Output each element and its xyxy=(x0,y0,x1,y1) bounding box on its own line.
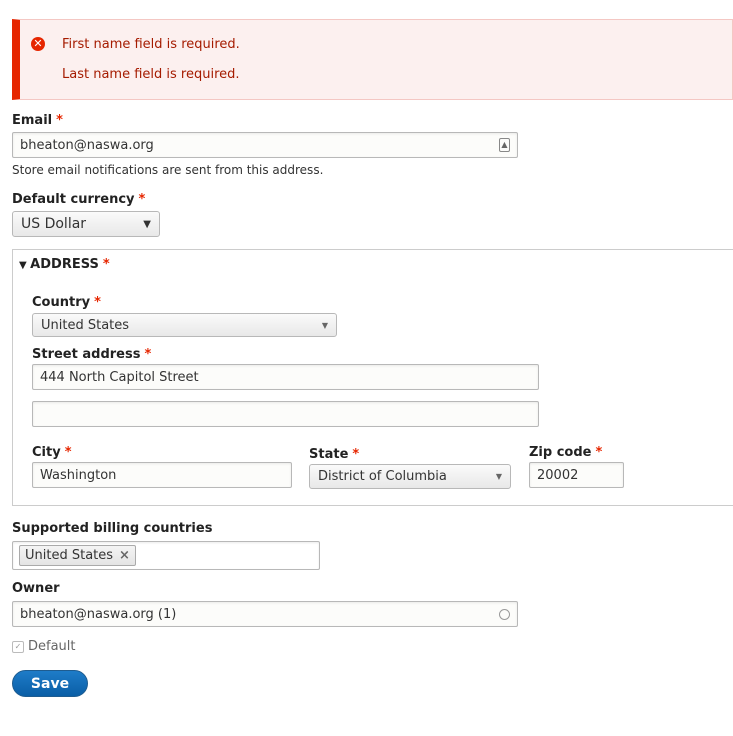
chevron-down-icon: ▼ xyxy=(143,218,151,230)
error-messages: ✕ First name field is required. Last nam… xyxy=(12,19,733,100)
street-label: Street address * xyxy=(32,347,152,362)
zip-label: Zip code * xyxy=(529,445,603,460)
street-address-line1[interactable]: 444 North Capitol Street xyxy=(32,364,539,390)
city-field[interactable]: Washington xyxy=(32,462,292,488)
owner-field[interactable]: bheaton@naswa.org (1) xyxy=(12,601,518,627)
error-icon: ✕ xyxy=(31,37,45,51)
remove-icon[interactable]: × xyxy=(119,548,130,563)
address-toggle[interactable]: ▼ ADDRESS * xyxy=(19,257,110,272)
chevron-down-icon: ▼ xyxy=(321,320,328,330)
email-label: Email * xyxy=(12,113,63,128)
currency-label: Default currency * xyxy=(12,192,146,207)
error-message: First name field is required. xyxy=(62,37,240,52)
city-label: City * xyxy=(32,445,72,460)
save-button[interactable]: Save xyxy=(12,670,88,697)
country-select[interactable]: United States ▼ xyxy=(32,313,337,337)
street-address-line2[interactable] xyxy=(32,401,539,427)
error-message: Last name field is required. xyxy=(62,67,240,82)
state-label: State * xyxy=(309,447,360,462)
checkbox-checked-icon: ✓ xyxy=(12,640,24,653)
default-label: Default xyxy=(28,639,76,654)
state-select[interactable]: District of Columbia ▼ xyxy=(309,464,511,489)
contact-card-icon: ▲ xyxy=(499,138,510,152)
email-field[interactable]: bheaton@naswa.org ▲ xyxy=(12,132,518,158)
email-description: Store email notifications are sent from … xyxy=(12,163,324,177)
zip-field[interactable]: 20002 xyxy=(529,462,624,488)
currency-select[interactable]: US Dollar ▼ xyxy=(12,211,160,237)
billing-countries-label: Supported billing countries xyxy=(12,521,213,536)
default-checkbox[interactable]: ✓ Default xyxy=(12,639,76,654)
chevron-down-icon: ▼ xyxy=(495,472,502,481)
billing-countries-field[interactable]: United States × xyxy=(12,541,320,570)
country-tag: United States × xyxy=(19,545,136,566)
owner-label: Owner xyxy=(12,581,60,596)
country-label: Country * xyxy=(32,295,101,310)
triangle-down-icon: ▼ xyxy=(19,260,31,271)
autocomplete-throbber-icon xyxy=(499,608,510,620)
